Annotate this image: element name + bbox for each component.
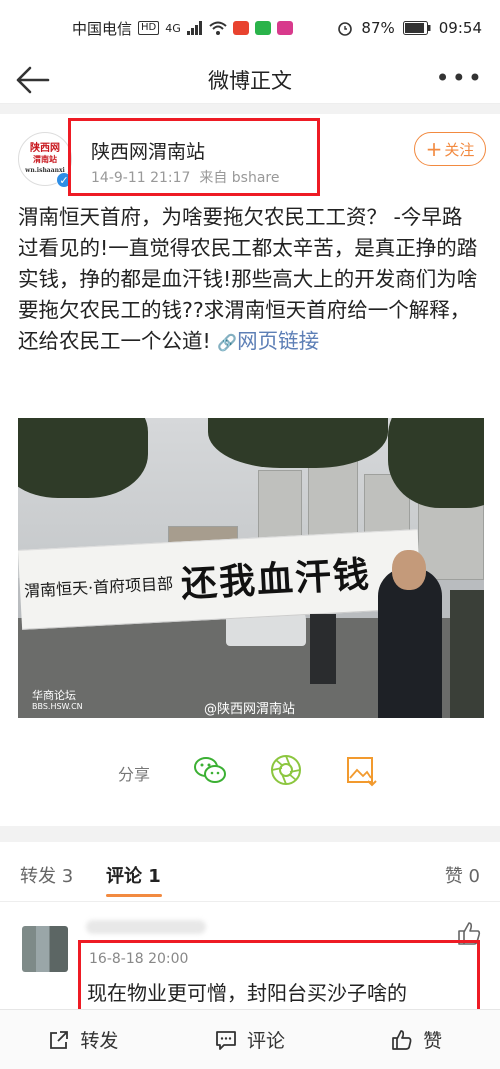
carrier-label: 中国电信: [72, 19, 133, 38]
bottom-toolbar: 转发 评论 赞: [0, 1009, 500, 1069]
tab-comment[interactable]: 评论 1: [106, 862, 161, 888]
battery-percent: 87%: [361, 19, 395, 37]
repost-button[interactable]: 转发: [0, 1010, 167, 1069]
plus-icon: +: [425, 137, 443, 161]
repost-icon: [50, 1030, 69, 1049]
battery-icon: [402, 21, 431, 35]
follow-label: 关注: [444, 140, 475, 159]
post-meta: 14-9-11 21:17 来自 bshare: [91, 167, 280, 187]
photo-person: [450, 590, 484, 718]
save-image-icon[interactable]: [344, 752, 380, 788]
divider: [0, 826, 500, 842]
tab-repost[interactable]: 转发 3: [20, 862, 73, 888]
tab-like[interactable]: 赞 0: [445, 862, 480, 888]
status-right: 87% 09:54: [337, 19, 482, 37]
like-label: 赞: [423, 1030, 443, 1052]
watermark-left: 华商论坛 BBS.HSW.CN: [32, 690, 83, 712]
follow-button[interactable]: + 关注: [414, 132, 486, 166]
photo-person-head: [392, 550, 426, 590]
commenter-name-redacted: [86, 920, 206, 934]
comment-label: 评论: [247, 1030, 286, 1052]
repost-label: 转发: [80, 1030, 119, 1052]
watermark-left-1: 华商论坛: [32, 689, 76, 702]
commenter-avatar[interactable]: [22, 926, 68, 972]
photo-person: [378, 568, 442, 718]
status-left: 中国电信 HD 4G: [72, 18, 293, 39]
back-arrow-icon[interactable]: [14, 62, 50, 98]
more-options-icon[interactable]: •••: [436, 66, 484, 90]
wifi-icon: [209, 21, 227, 35]
tabs-row: 转发 3 评论 1 赞 0: [0, 842, 500, 902]
link-icon: 🔗: [217, 333, 238, 352]
music-app-icon: [276, 21, 293, 35]
photo-building: [418, 498, 484, 580]
banner-small-text: 渭南恒天·首府项目部: [23, 573, 174, 601]
watermark-left-2: BBS.HSW.CN: [32, 702, 83, 711]
like-icon: [392, 1029, 412, 1050]
comment-text: 现在物业更可憎，封阳台买沙子啥的: [87, 981, 407, 1005]
banner-big-text: 还我血汗钱: [180, 553, 372, 606]
comment-button[interactable]: 评论: [167, 1010, 334, 1069]
avatar-logo-text: 陕西网: [29, 142, 60, 154]
page-title: 微博正文: [208, 68, 292, 93]
watermark-right: @陕西网渭南站: [204, 702, 296, 717]
wechat-icon[interactable]: [192, 752, 228, 788]
post-source: 来自 bshare: [199, 170, 280, 186]
signal-icon: [186, 21, 202, 35]
post-photo[interactable]: 渭南恒天·首府项目部 还我血汗钱 华商论坛 BBS.HSW.CN @陕西网渭南站: [18, 418, 484, 718]
active-tab-indicator: [106, 894, 162, 897]
hd-badge: HD: [138, 21, 160, 35]
comment-highlight-box: 16-8-18 20:00 现在物业更可憎，封阳台买沙子啥的: [78, 940, 480, 1012]
post-header: 陕西网 渭南站 wn.ishaanxi ✓ 陕西网渭南站 14-9-11 21:…: [0, 114, 500, 202]
network-label: 4G: [165, 21, 181, 35]
like-button[interactable]: 赞: [333, 1010, 500, 1069]
web-link-label: 网页链接: [237, 329, 320, 353]
app-notification-icon: [232, 21, 249, 35]
comment-time: 16-8-18 20:00: [89, 951, 189, 967]
moments-icon[interactable]: [268, 752, 304, 788]
author-highlight-box: 陕西网渭南站 14-9-11 21:17 来自 bshare: [68, 118, 320, 196]
share-row: 分享: [0, 748, 500, 794]
author-name[interactable]: 陕西网渭南站: [91, 137, 205, 164]
photo-tree: [18, 418, 148, 498]
alarm-icon: [338, 22, 353, 36]
web-link[interactable]: 🔗网页链接: [217, 329, 319, 353]
divider: [0, 104, 500, 114]
video-app-icon: [254, 21, 271, 35]
comment-icon: [216, 1030, 236, 1050]
nav-bar: 微博正文 •••: [0, 56, 500, 104]
avatar-logo-subtext: 渭南站: [32, 153, 57, 164]
clock: 09:54: [438, 19, 482, 37]
share-label: 分享: [118, 765, 151, 784]
comment-item: 16-8-18 20:00 现在物业更可憎，封阳台买沙子啥的: [0, 902, 500, 1012]
post-date: 14-9-11 21:17: [91, 170, 191, 186]
photo-person: [310, 614, 336, 684]
status-bar: 中国电信 HD 4G 87% 09:54: [0, 0, 500, 56]
